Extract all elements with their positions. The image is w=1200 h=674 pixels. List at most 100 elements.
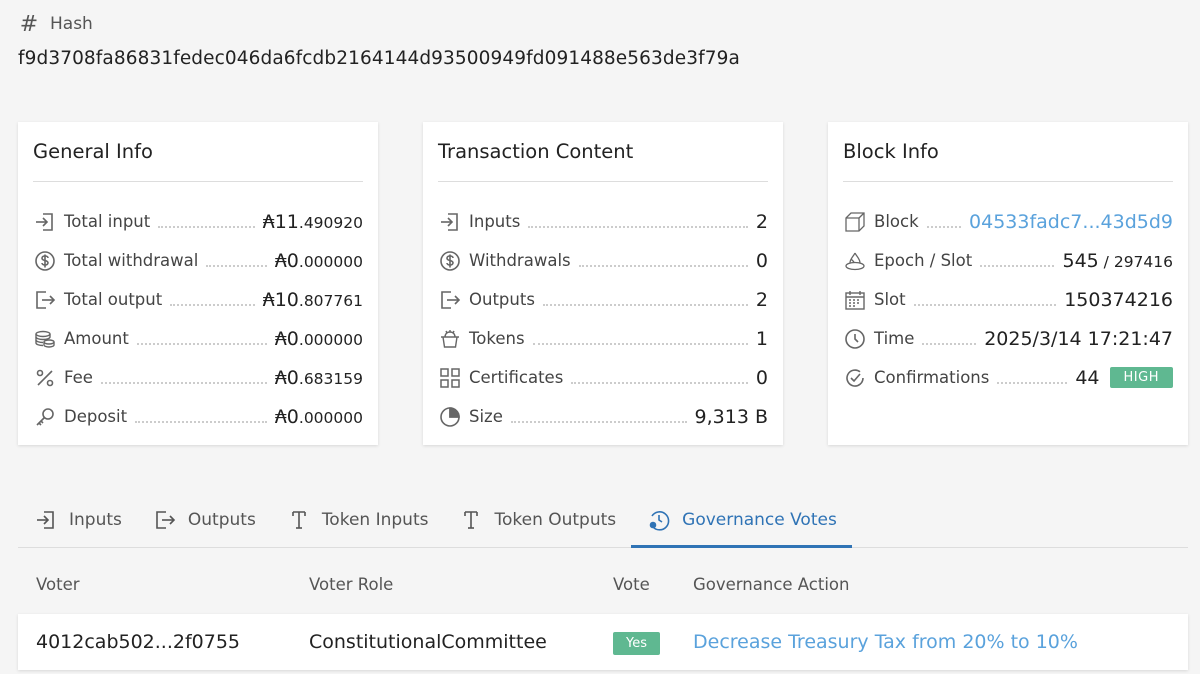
input-icon <box>33 507 59 533</box>
total-input-value: ₳11.490920 <box>262 210 363 233</box>
vote-yes-badge: Yes <box>613 631 660 655</box>
dot-leader <box>135 420 267 423</box>
dot-leader <box>158 225 255 228</box>
amount-label: Amount <box>64 329 129 348</box>
total-withdrawal-label: Total withdrawal <box>64 251 199 270</box>
dot-leader <box>136 342 267 345</box>
slot-value: 150374216 <box>1064 288 1173 311</box>
dollar-circle-icon <box>33 249 57 273</box>
inputs-label: Inputs <box>469 212 521 231</box>
amount-row: Amount ₳0.000000 <box>33 319 363 358</box>
general-info-title: General Info <box>33 122 363 182</box>
token-t-icon <box>286 507 312 533</box>
size-label: Size <box>469 407 503 426</box>
tab-outputs[interactable]: Outputs <box>137 492 271 547</box>
certificates-row: Certificates 0 <box>438 358 768 397</box>
tab-token-inputs-label: Token Inputs <box>321 509 429 530</box>
header-voter-role: Voter Role <box>309 574 394 594</box>
tab-governance-votes-label: Governance Votes <box>682 510 837 530</box>
total-withdrawal-value: ₳0.000000 <box>274 249 363 272</box>
transaction-hash: f9d3708fa86831fedec046da6fcdb2164144d935… <box>18 48 740 69</box>
confirmations-row: Confirmations 44 HIGH <box>843 358 1173 397</box>
amount-value: ₳0.000000 <box>274 327 363 350</box>
time-value: 2025/3/14 17:21:47 <box>984 327 1173 350</box>
token-t-icon <box>458 507 484 533</box>
inputs-row: Inputs 2 <box>438 202 768 241</box>
dot-leader <box>926 225 962 228</box>
cube-icon <box>843 210 867 234</box>
deposit-label: Deposit <box>64 407 128 426</box>
votes-table-header: Voter Voter Role Vote Governance Action <box>18 560 1188 608</box>
hash-icon: # <box>19 11 39 37</box>
clock-icon <box>843 327 867 351</box>
dollar-circle-icon <box>438 249 462 273</box>
hash-section: # Hash f9d3708fa86831fedec046da6fcdb2164… <box>18 10 740 70</box>
outputs-label: Outputs <box>469 290 535 309</box>
dot-leader <box>528 225 748 228</box>
calendar-icon <box>843 288 867 312</box>
input-icon <box>438 210 462 234</box>
voter-id: 4012cab502...2f0755 <box>36 631 241 653</box>
ada-symbol: ₳ <box>262 210 275 233</box>
voter-role: ConstitutionalCommittee <box>309 631 547 653</box>
detail-tabs: Inputs Outputs Token Inputs Token Output… <box>18 492 1188 548</box>
block-info-card: Block Info Block 04533fadc7...43d5d9 Epo… <box>828 122 1188 445</box>
tokens-label: Tokens <box>469 329 525 348</box>
tab-inputs-label: Inputs <box>69 509 122 530</box>
total-output-row: Total output ₳10.807761 <box>33 280 363 319</box>
tab-token-inputs[interactable]: Token Inputs <box>271 492 444 547</box>
tokens-icon <box>438 327 462 351</box>
coins-icon <box>33 327 57 351</box>
tab-inputs[interactable]: Inputs <box>18 492 137 547</box>
confirmations-value: 44 <box>1075 366 1100 389</box>
dot-leader <box>997 381 1068 384</box>
block-row: Block 04533fadc7...43d5d9 <box>843 202 1173 241</box>
fee-label: Fee <box>64 368 93 387</box>
hash-label: # Hash <box>18 10 740 38</box>
general-info-card: General Info Total input ₳11.490920 Tota… <box>18 122 378 445</box>
epoch-slot-label: Epoch / Slot <box>874 251 973 270</box>
deposit-row: Deposit ₳0.000000 <box>33 397 363 436</box>
block-hash-link[interactable]: 04533fadc7...43d5d9 <box>969 211 1173 233</box>
confirmations-label: Confirmations <box>874 368 990 387</box>
key-icon <box>33 405 57 429</box>
time-row: Time 2025/3/14 17:21:47 <box>843 319 1173 358</box>
total-withdrawal-row: Total withdrawal ₳0.000000 <box>33 241 363 280</box>
transaction-content-card: Transaction Content Inputs 2 Withdrawals… <box>423 122 783 445</box>
header-governance-action: Governance Action <box>693 574 850 594</box>
withdrawals-value: 0 <box>755 249 768 272</box>
tab-token-outputs-label: Token Outputs <box>494 509 617 530</box>
outputs-row: Outputs 2 <box>438 280 768 319</box>
dot-leader <box>571 381 748 384</box>
deposit-value: ₳0.000000 <box>274 405 363 428</box>
tab-token-outputs[interactable]: Token Outputs <box>443 492 631 547</box>
inputs-value: 2 <box>755 210 768 233</box>
epoch-slot-row: Epoch / Slot 545 / 297416 <box>843 241 1173 280</box>
header-voter: Voter <box>36 574 80 594</box>
total-input-row: Total input ₳11.490920 <box>33 202 363 241</box>
table-row: 4012cab502...2f0755 ConstitutionalCommit… <box>18 614 1188 670</box>
hourglass-icon <box>843 249 867 273</box>
percent-icon <box>33 366 57 390</box>
tab-outputs-label: Outputs <box>187 509 256 530</box>
slot-label: Slot <box>874 290 906 309</box>
output-icon <box>438 288 462 312</box>
tokens-row: Tokens 1 <box>438 319 768 358</box>
input-icon <box>33 210 57 234</box>
fee-value: ₳0.683159 <box>274 366 363 389</box>
total-output-label: Total output <box>64 290 163 309</box>
fee-row: Fee ₳0.683159 <box>33 358 363 397</box>
epoch-slot-value: 545 / 297416 <box>1062 249 1173 272</box>
vote-cell: Yes <box>613 630 660 655</box>
governance-action-link[interactable]: Decrease Treasury Tax from 20% to 10% <box>693 631 1078 653</box>
dot-leader <box>100 381 267 384</box>
certificates-value: 0 <box>755 366 768 389</box>
size-row: Size 9,313 B <box>438 397 768 436</box>
dot-leader <box>170 303 255 306</box>
output-icon <box>152 507 178 533</box>
pie-icon <box>438 405 462 429</box>
tab-governance-votes[interactable]: Governance Votes <box>631 492 852 548</box>
output-icon <box>33 288 57 312</box>
total-input-label: Total input <box>64 212 151 231</box>
grid-icon <box>438 366 462 390</box>
